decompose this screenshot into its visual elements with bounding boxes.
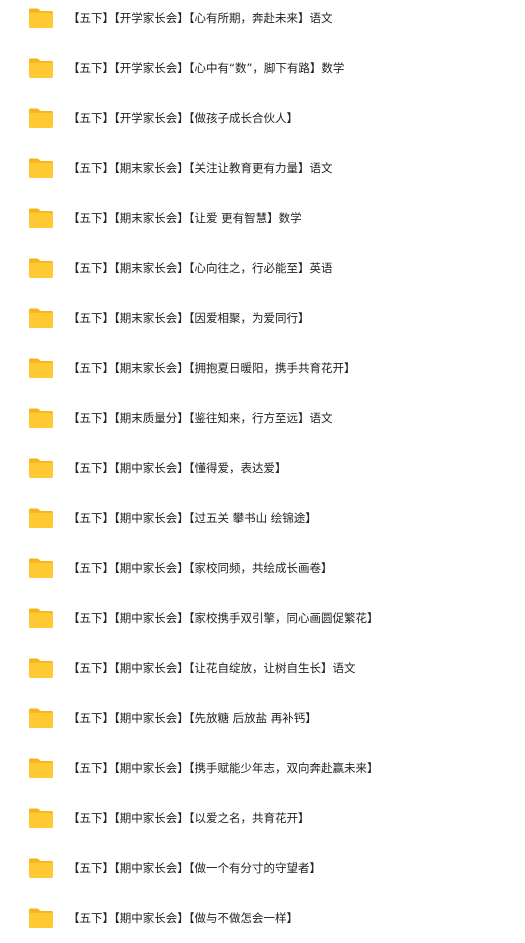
file-name: 【五下】【期末家长会】【关注让教育更有力量】语文 <box>68 161 333 175</box>
folder-icon <box>28 57 54 79</box>
file-name: 【五下】【期中家长会】【懂得爱，表达爱】 <box>68 461 287 475</box>
list-item[interactable]: 【五下】【期中家长会】【做一个有分寸的守望者】 <box>0 843 525 893</box>
folder-icon <box>28 757 54 779</box>
list-item[interactable]: 【五下】【期末家长会】【因爱相聚，为爱同行】 <box>0 293 525 343</box>
file-name: 【五下】【期中家长会】【先放糖 后放盐 再补钙】 <box>68 711 317 725</box>
file-name: 【五下】【期中家长会】【做一个有分寸的守望者】 <box>68 861 321 875</box>
file-name: 【五下】【期末家长会】【心向往之，行必能至】英语 <box>68 261 333 275</box>
file-name: 【五下】【期末家长会】【因爱相聚，为爱同行】 <box>68 311 310 325</box>
list-item[interactable]: 【五下】【开学家长会】【做孩子成长合伙人】 <box>0 93 525 143</box>
file-name: 【五下】【期中家长会】【家校同频，共绘成长画卷】 <box>68 561 333 575</box>
list-item[interactable]: 【五下】【期末家长会】【让爱 更有智慧】数学 <box>0 193 525 243</box>
list-item[interactable]: 【五下】【期中家长会】【以爱之名，共育花开】 <box>0 793 525 843</box>
file-name: 【五下】【期中家长会】【做与不做怎会一样】 <box>68 911 298 925</box>
folder-icon <box>28 707 54 729</box>
file-name: 【五下】【开学家长会】【心有所期，奔赴未来】语文 <box>68 11 333 25</box>
file-name: 【五下】【开学家长会】【心中有“数”，脚下有路】数学 <box>68 61 345 75</box>
file-name: 【五下】【期中家长会】【以爱之名，共育花开】 <box>68 811 310 825</box>
list-item[interactable]: 【五下】【期末家长会】【心向往之，行必能至】英语 <box>0 243 525 293</box>
folder-icon <box>28 657 54 679</box>
list-item[interactable]: 【五下】【开学家长会】【心中有“数”，脚下有路】数学 <box>0 43 525 93</box>
list-item[interactable]: 【五下】【期中家长会】【携手赋能少年志，双向奔赴赢未来】 <box>0 743 525 793</box>
folder-icon <box>28 507 54 529</box>
list-item[interactable]: 【五下】【期末家长会】【拥抱夏日暖阳，携手共育花开】 <box>0 343 525 393</box>
folder-icon <box>28 607 54 629</box>
folder-icon <box>28 207 54 229</box>
file-list: 【五下】【开学家长会】【心有所期，奔赴未来】语文 【五下】【开学家长会】【心中有… <box>0 0 525 941</box>
file-name: 【五下】【期中家长会】【家校携手双引擎，同心画圆促繁花】 <box>68 611 379 625</box>
list-item[interactable]: 【五下】【期中家长会】【先放糖 后放盐 再补钙】 <box>0 693 525 743</box>
folder-icon <box>28 107 54 129</box>
folder-icon <box>28 557 54 579</box>
list-item[interactable]: 【五下】【期中家长会】【做与不做怎会一样】 <box>0 893 525 943</box>
folder-icon <box>28 457 54 479</box>
file-name: 【五下】【期中家长会】【过五关 攀书山 绘锦途】 <box>68 511 317 525</box>
list-item[interactable]: 【五下】【期末质量分】【鉴往知来，行方至远】语文 <box>0 393 525 443</box>
list-item[interactable]: 【五下】【期中家长会】【过五关 攀书山 绘锦途】 <box>0 493 525 543</box>
list-item[interactable]: 【五下】【期中家长会】【家校携手双引擎，同心画圆促繁花】 <box>0 593 525 643</box>
folder-icon <box>28 7 54 29</box>
folder-icon <box>28 807 54 829</box>
file-name: 【五下】【期末家长会】【让爱 更有智慧】数学 <box>68 211 302 225</box>
list-item[interactable]: 【五下】【期中家长会】【家校同频，共绘成长画卷】 <box>0 543 525 593</box>
list-item[interactable]: 【五下】【期中家长会】【懂得爱，表达爱】 <box>0 443 525 493</box>
folder-icon <box>28 407 54 429</box>
folder-icon <box>28 157 54 179</box>
file-name: 【五下】【期中家长会】【携手赋能少年志，双向奔赴赢未来】 <box>68 761 379 775</box>
folder-icon <box>28 257 54 279</box>
file-name: 【五下】【期末家长会】【拥抱夏日暖阳，携手共育花开】 <box>68 361 356 375</box>
folder-icon <box>28 307 54 329</box>
folder-icon <box>28 857 54 879</box>
list-item[interactable]: 【五下】【开学家长会】【心有所期，奔赴未来】语文 <box>0 0 525 43</box>
file-name: 【五下】【期中家长会】【让花自绽放，让树自生长】语文 <box>68 661 356 675</box>
list-item[interactable]: 【五下】【期中家长会】【让花自绽放，让树自生长】语文 <box>0 643 525 693</box>
folder-icon <box>28 907 54 929</box>
file-name: 【五下】【开学家长会】【做孩子成长合伙人】 <box>68 111 298 125</box>
list-item[interactable]: 【五下】【期末家长会】【关注让教育更有力量】语文 <box>0 143 525 193</box>
file-name: 【五下】【期末质量分】【鉴往知来，行方至远】语文 <box>68 411 333 425</box>
folder-icon <box>28 357 54 379</box>
